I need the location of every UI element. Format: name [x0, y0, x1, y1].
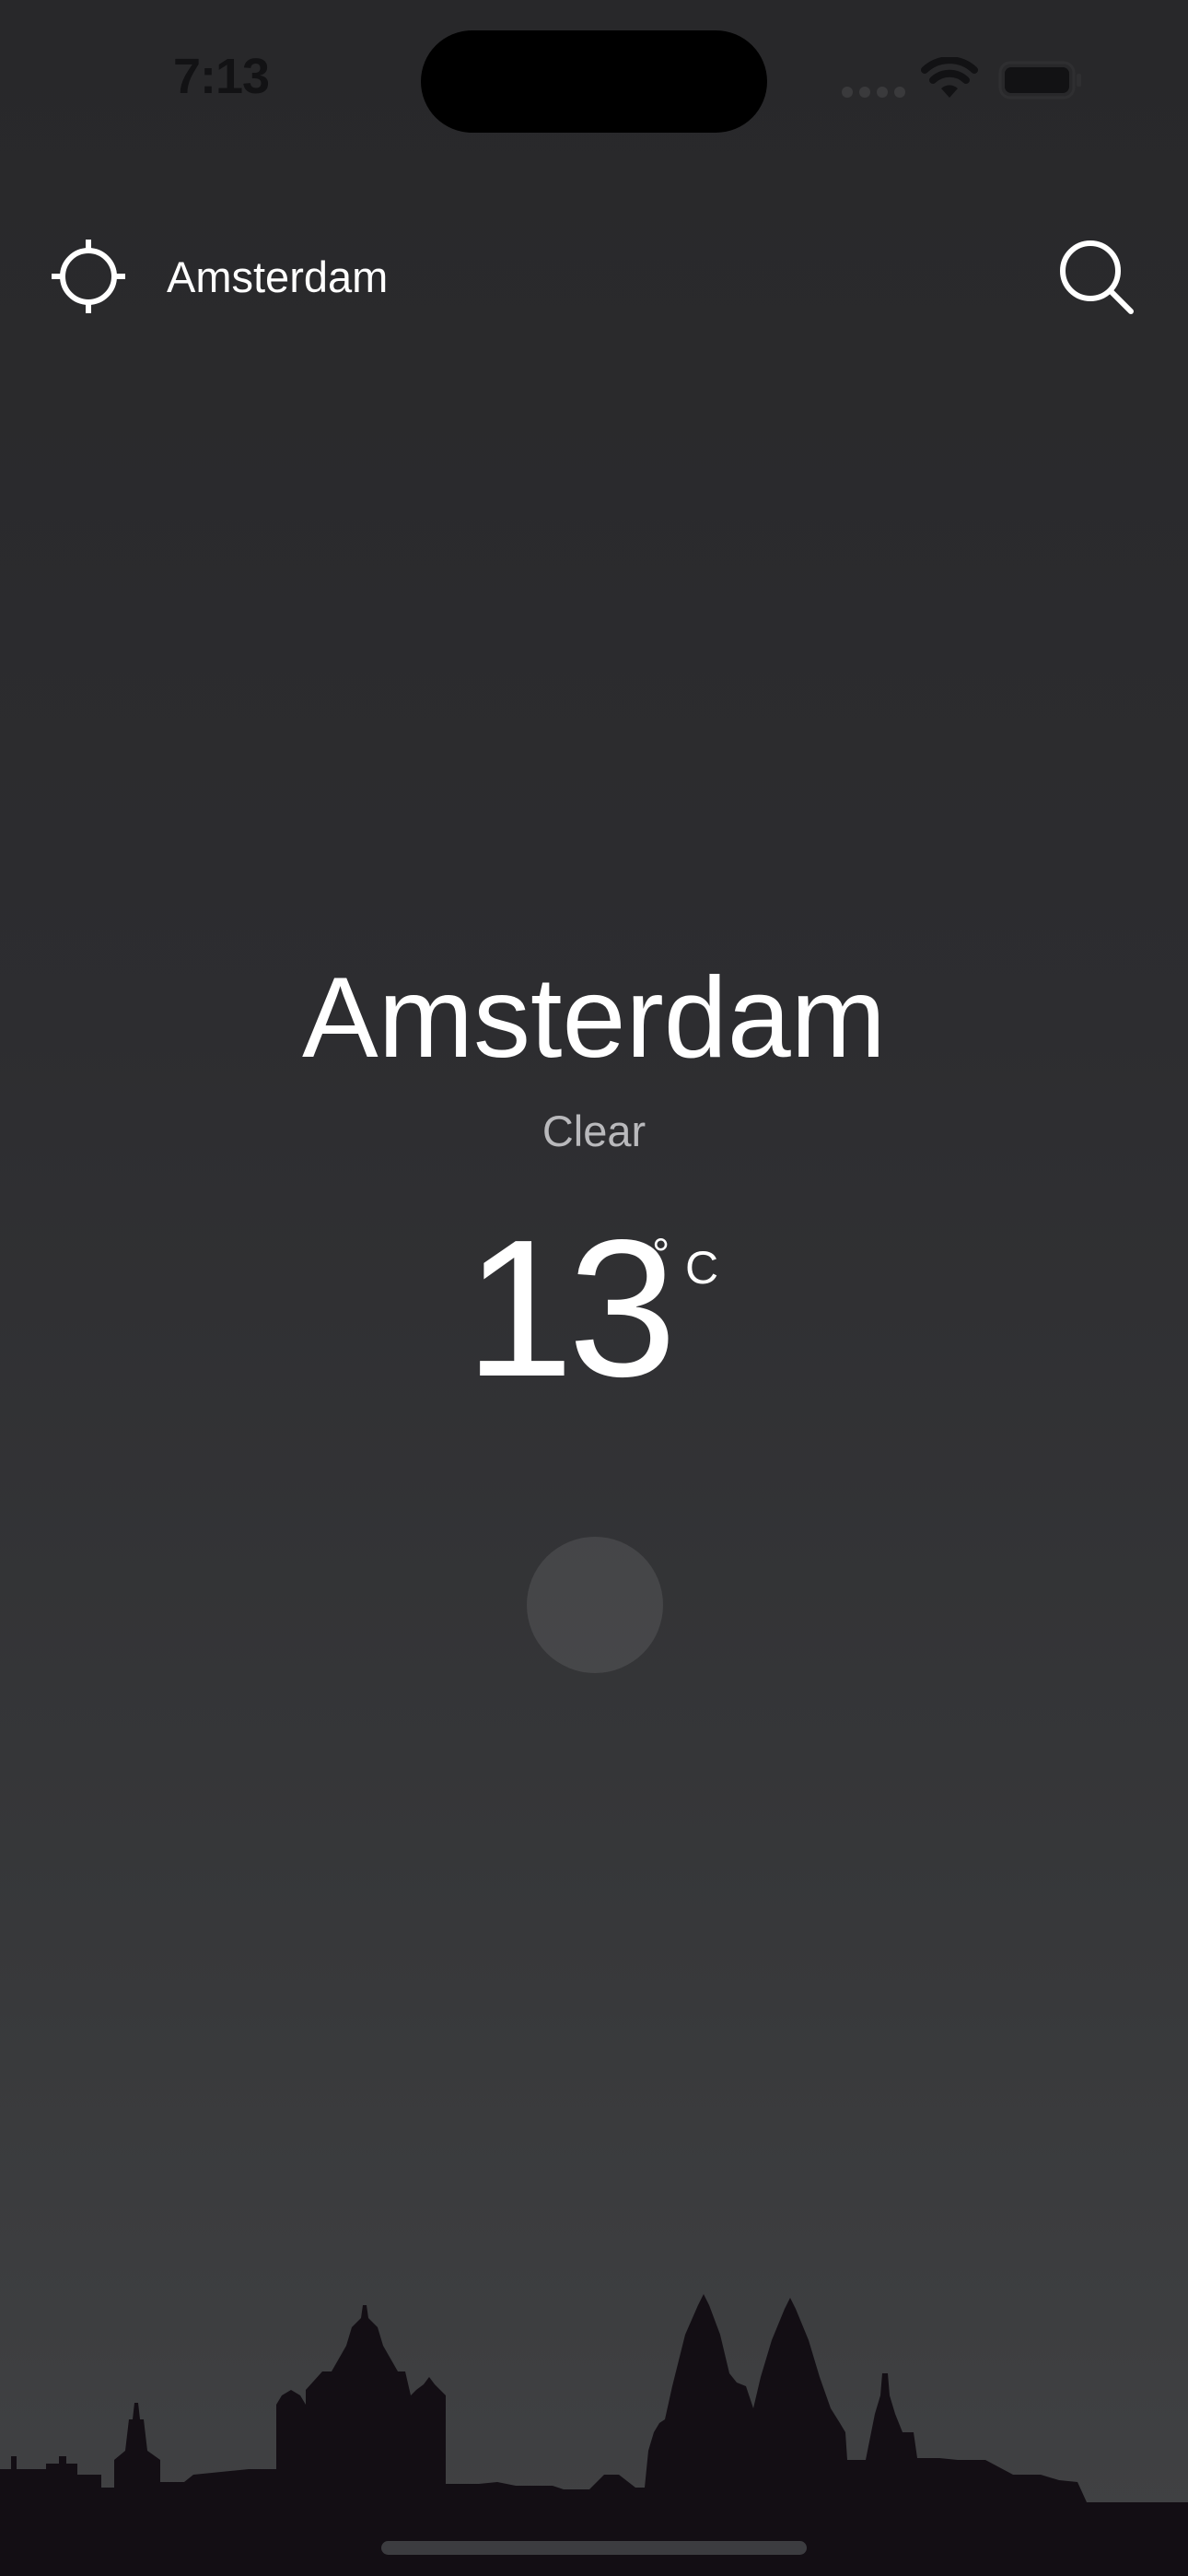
dynamic-island — [421, 30, 767, 133]
temperature-unit: C — [685, 1242, 719, 1294]
signal-icon — [842, 87, 906, 98]
weather-condition: Clear — [542, 1107, 646, 1155]
top-bar: Amsterdam — [0, 221, 1188, 332]
sun-icon — [527, 1537, 663, 1673]
temperature-value: 13 — [465, 1199, 677, 1417]
battery-icon — [998, 61, 1081, 100]
crosshair-icon — [52, 240, 125, 313]
city-skyline-silhouette — [0, 2294, 1188, 2576]
wifi-icon — [921, 57, 978, 98]
current-location-button[interactable] — [50, 238, 127, 315]
city-title: Amsterdam — [302, 954, 886, 1082]
status-bar: 7:13 — [0, 0, 1188, 157]
home-indicator[interactable] — [381, 2541, 807, 2555]
temperature-display: 13 ° C — [0, 1199, 1188, 1417]
search-button[interactable] — [1057, 238, 1136, 317]
header-city-name[interactable]: Amsterdam — [167, 252, 388, 303]
degree-symbol: ° — [652, 1231, 670, 1280]
status-time: 7:13 — [172, 49, 270, 104]
search-icon — [1060, 240, 1134, 314]
